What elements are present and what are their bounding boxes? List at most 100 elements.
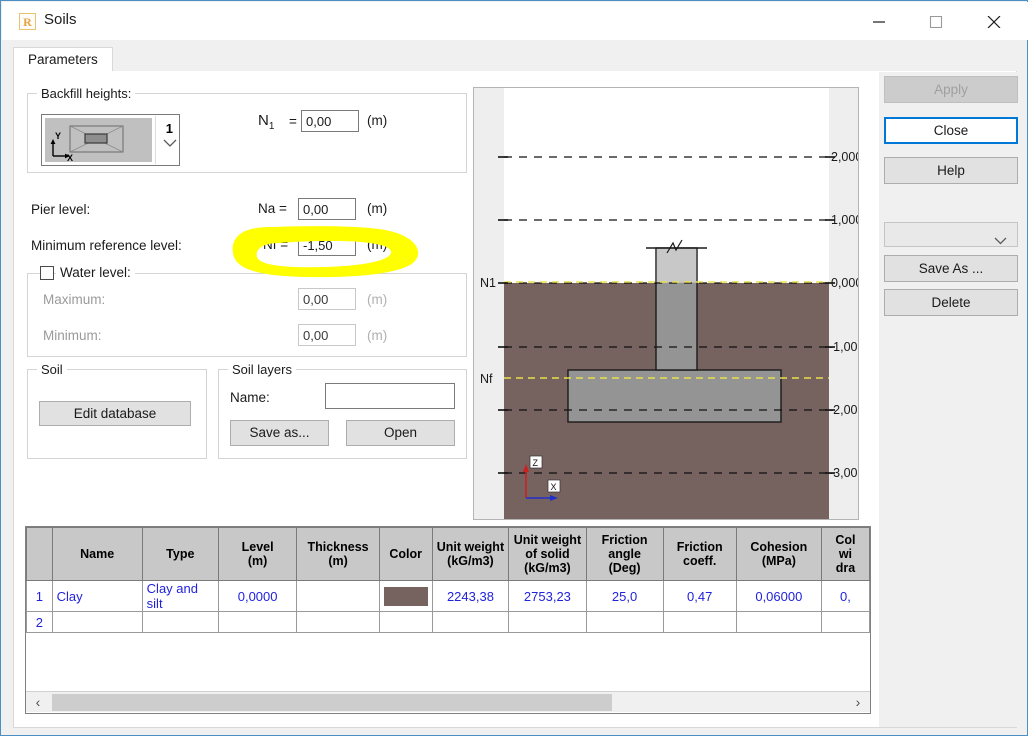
table-cell-fang[interactable]: 25,0 [586,581,663,612]
preview-elev-label: -3,00 [829,466,858,480]
window-title: Soils [44,11,77,28]
soil-section-preview[interactable]: Z X N1 Nf 2,000 1,000 0,000 -1,00 -2,00 … [473,87,859,520]
table-header-level[interactable]: Level(m) [218,528,296,581]
table-header-name[interactable]: Name [52,528,142,581]
soil-layer-name-input[interactable] [325,383,455,409]
side-button-panel: Apply Close Help Save As ... Delete [879,72,1027,727]
table-cell-color[interactable] [379,612,432,633]
table-cell-rowno[interactable]: 2 [27,612,53,633]
backfill-thumbnail-combo[interactable]: Y X 1 [41,114,180,166]
water-maximum-unit: (m) [367,292,387,307]
table-header-thick[interactable]: Thickness(m) [297,528,379,581]
soil-layer-name-label: Name: [230,390,270,405]
soil-section-drawing: Z X [474,88,859,520]
table-cell-type[interactable]: Clay and silt [142,581,218,612]
minimize-icon [872,16,888,28]
na-unit: (m) [367,201,387,216]
soil-layers-legend: Soil layers [228,362,296,377]
table-cell-cohdr[interactable] [821,612,869,633]
n1-input[interactable] [301,110,359,132]
help-button[interactable]: Help [884,157,1018,184]
preview-left-label-nf: Nf [480,372,493,386]
na-label: Na = [258,201,287,216]
scroll-left-arrow-icon[interactable]: ‹ [28,695,48,710]
table-row[interactable]: 1ClayClay and silt0,0000 2243,382753,2325… [27,581,870,612]
na-input[interactable] [298,198,356,220]
table-header-coh[interactable]: Cohesion(MPa) [736,528,821,581]
table-header-fang[interactable]: Frictionangle(Deg) [586,528,663,581]
table-cell-type[interactable] [142,612,218,633]
table-cell-uw[interactable] [432,612,509,633]
table-body: 1ClayClay and silt0,0000 2243,382753,2325… [27,581,870,633]
n1-equals: = [289,114,297,129]
scrollbar-thumb[interactable] [52,694,612,711]
soil-layers-save-as-button[interactable]: Save as... [230,420,329,446]
n1-subscript: 1 [269,121,275,132]
preset-save-as-button[interactable]: Save As ... [884,255,1018,282]
preview-elev-label: 1,000 [831,213,859,227]
close-icon [987,16,1003,28]
maximize-button[interactable] [914,3,960,40]
table-cell-thick[interactable] [297,581,379,612]
table-header-color[interactable]: Color [379,528,432,581]
table-cell-thick[interactable] [297,612,379,633]
water-level-legend: Water level: [56,265,135,280]
tab-parameters[interactable]: Parameters [13,47,113,72]
table-cell-fcoef[interactable]: 0,47 [663,581,736,612]
scroll-right-arrow-icon[interactable]: › [848,695,868,710]
table-cell-name[interactable]: Clay [52,581,142,612]
n1-label: N1 [258,112,274,132]
water-level-checkbox[interactable] [40,266,54,280]
preset-combo[interactable] [884,222,1018,247]
soil-layers-open-button[interactable]: Open [346,420,455,446]
backfill-heights-legend: Backfill heights: [37,86,135,101]
table-header-cohdr[interactable]: Colwidra [821,528,869,581]
tab-row [13,47,1017,73]
table-cell-level[interactable]: 0,0000 [218,581,296,612]
combo-separator [155,116,156,164]
table-cell-fang[interactable] [586,612,663,633]
water-maximum-label: Maximum: [43,292,105,307]
table-cell-rowno[interactable]: 1 [27,581,53,612]
table-header-row: NameTypeLevel(m)Thickness(m)ColorUnit we… [27,528,870,581]
layer-color-swatch[interactable] [384,587,428,606]
close-dialog-button[interactable]: Close [884,117,1018,144]
table-cell-coh[interactable] [736,612,821,633]
n1-unit: (m) [367,113,387,128]
preset-delete-button[interactable]: Delete [884,289,1018,316]
nf-unit: (m) [367,237,387,252]
water-minimum-input[interactable] [298,324,356,346]
minimum-reference-level-label: Minimum reference level: [31,238,182,253]
water-maximum-input[interactable] [298,288,356,310]
nf-input[interactable] [298,234,356,256]
soil-layers-table[interactable]: NameTypeLevel(m)Thickness(m)ColorUnit we… [25,526,871,714]
backfill-thumbnail-number: 1 [166,121,173,136]
preview-elev-label: 2,000 [831,150,859,164]
preview-elev-label: -2,00 [829,403,858,417]
table-cell-coh[interactable]: 0,06000 [736,581,821,612]
soils-dialog-window: R Soils Parameters Backfill heights: [0,0,1028,736]
table-row[interactable]: 2 [27,612,870,633]
preview-elev-label: -1,00 [829,340,858,354]
table-cell-cohdr[interactable]: 0, [821,581,869,612]
table-header-uws[interactable]: Unit weightof solid(kG/m3) [509,528,586,581]
chevron-down-icon[interactable] [163,135,177,153]
table-cell-color[interactable] [379,581,432,612]
backfill-thumbnail-image: Y X [45,118,152,162]
table-cell-fcoef[interactable] [663,612,736,633]
apply-button[interactable]: Apply [884,76,1018,103]
table-header-uw[interactable]: Unit weight(kG/m3) [432,528,509,581]
table-cell-uws[interactable]: 2753,23 [509,581,586,612]
table-header-fcoef[interactable]: Frictioncoeff. [663,528,736,581]
edit-database-button[interactable]: Edit database [39,401,191,426]
table-horizontal-scrollbar[interactable]: ‹ › [26,691,870,712]
table-cell-name[interactable] [52,612,142,633]
table-header-type[interactable]: Type [142,528,218,581]
water-minimum-label: Minimum: [43,328,102,343]
table-cell-uws[interactable] [509,612,586,633]
table-header-rowno[interactable] [27,528,53,581]
minimize-button[interactable] [857,3,903,40]
table-cell-level[interactable] [218,612,296,633]
close-button[interactable] [972,3,1018,40]
table-cell-uw[interactable]: 2243,38 [432,581,509,612]
